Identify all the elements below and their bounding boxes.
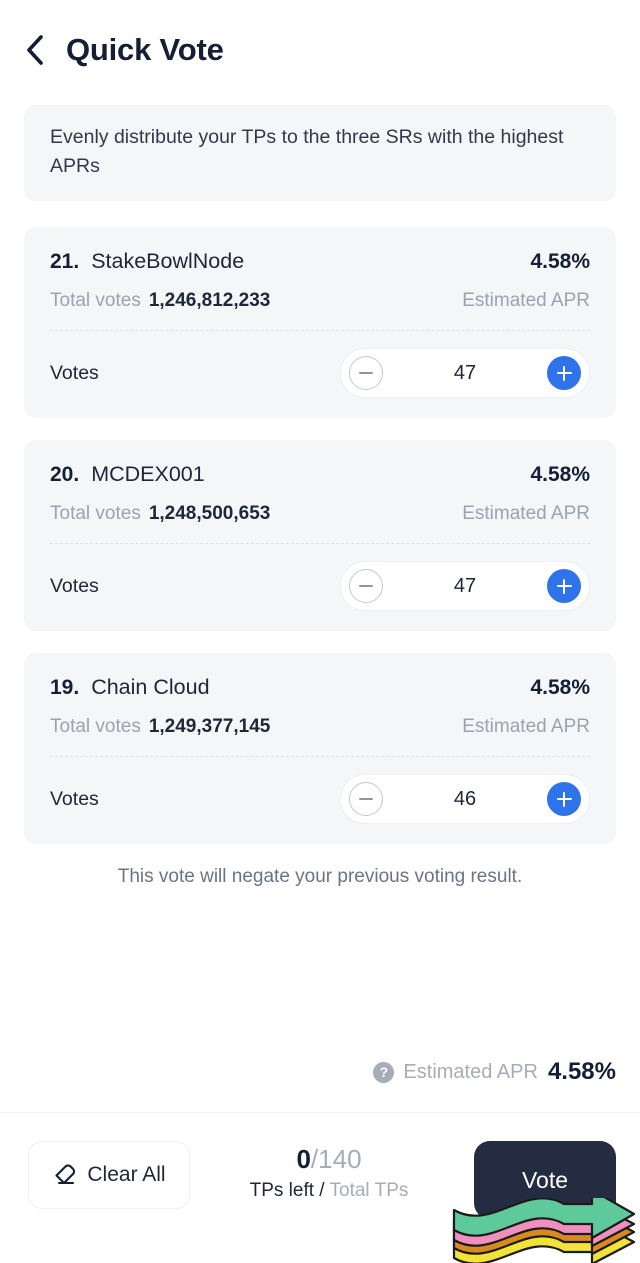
- total-votes-label: Total votes: [50, 716, 141, 737]
- decrement-button[interactable]: [349, 569, 383, 603]
- votes-label: Votes: [50, 787, 99, 810]
- card-divider: [50, 543, 590, 544]
- sr-apr-value: 4.58%: [530, 676, 590, 699]
- sr-apr-value: 4.58%: [530, 463, 590, 486]
- quick-vote-screen: Quick Vote Evenly distribute your TPs to…: [0, 0, 640, 1263]
- sr-card[interactable]: 20. MCDEX001 4.58% Total votes 1,248,500…: [24, 440, 616, 631]
- total-votes-label: Total votes: [50, 503, 141, 524]
- tps-total-value: 140: [318, 1144, 362, 1174]
- minus-icon: [359, 372, 373, 374]
- card-divider: [50, 756, 590, 757]
- sr-rank: 20.: [50, 463, 80, 486]
- plus-icon-vertical: [562, 365, 566, 381]
- sr-name: Chain Cloud: [91, 675, 210, 699]
- minus-icon: [359, 585, 373, 587]
- votes-label: Votes: [50, 361, 99, 384]
- total-votes-value: 1,246,812,233: [148, 290, 271, 311]
- votes-stepper[interactable]: 46: [340, 774, 590, 824]
- decrement-button[interactable]: [349, 782, 383, 816]
- vote-button[interactable]: Vote: [474, 1141, 616, 1219]
- total-votes-value: 1,249,377,145: [148, 716, 271, 737]
- plus-icon-vertical: [562, 791, 566, 807]
- sr-name-group: 20. MCDEX001: [50, 462, 205, 487]
- estimated-apr-label: Estimated APR: [462, 290, 590, 311]
- sr-name-group: 19. Chain Cloud: [50, 675, 210, 700]
- votes-label: Votes: [50, 574, 99, 597]
- total-votes-value: 1,248,500,653: [148, 503, 271, 524]
- clear-all-label: Clear All: [87, 1163, 166, 1186]
- increment-button[interactable]: [547, 782, 581, 816]
- sr-card-subheader: Total votes 1,246,812,233 Estimated APR: [50, 290, 590, 312]
- footer-apr-value: 4.58%: [547, 1058, 616, 1085]
- footer-estimated-apr: ? Estimated APR 4.58%: [373, 1058, 616, 1086]
- votes-stepper[interactable]: 47: [340, 561, 590, 611]
- increment-button[interactable]: [547, 569, 581, 603]
- sr-rank: 19.: [50, 676, 80, 699]
- tps-counter: 0/140 TPs left / Total TPs: [190, 1141, 468, 1205]
- card-divider: [50, 330, 590, 331]
- page-title: Quick Vote: [66, 32, 224, 67]
- tps-caption-left: TPs left /: [249, 1180, 330, 1201]
- total-votes-group: Total votes 1,248,500,653: [50, 503, 270, 525]
- votes-value[interactable]: 46: [383, 788, 547, 811]
- question-mark-icon[interactable]: ?: [373, 1061, 395, 1083]
- vote-button-label: Vote: [521, 1166, 569, 1193]
- info-banner-text: Evenly distribute your TPs to the three …: [50, 126, 564, 177]
- plus-icon-vertical: [562, 578, 566, 594]
- votes-value[interactable]: 47: [383, 362, 547, 385]
- page-header: Quick Vote: [0, 0, 640, 78]
- back-button[interactable]: [18, 33, 52, 67]
- sr-name-group: 21. StakeBowlNode: [50, 249, 244, 274]
- chevron-left-icon: [25, 34, 45, 66]
- sr-card[interactable]: 21. StakeBowlNode 4.58% Total votes 1,24…: [24, 227, 616, 418]
- tps-counts: 0/140: [296, 1143, 361, 1175]
- votes-row: Votes 47: [50, 348, 590, 398]
- votes-row: Votes 46: [50, 774, 590, 824]
- total-votes-label: Total votes: [50, 290, 141, 311]
- sr-apr-value: 4.58%: [530, 250, 590, 273]
- decrement-button[interactable]: [349, 356, 383, 390]
- total-votes-group: Total votes 1,246,812,233: [50, 290, 270, 312]
- increment-button[interactable]: [547, 356, 581, 390]
- sr-card-subheader: Total votes 1,249,377,145 Estimated APR: [50, 716, 590, 738]
- sr-card[interactable]: 19. Chain Cloud 4.58% Total votes 1,249,…: [24, 653, 616, 844]
- sr-name: MCDEX001: [91, 462, 205, 486]
- estimated-apr-label: Estimated APR: [462, 503, 590, 524]
- tps-left-value: 0: [296, 1144, 311, 1174]
- clear-all-button[interactable]: Clear All: [28, 1141, 190, 1209]
- votes-row: Votes 47: [50, 561, 590, 611]
- bottom-action-bar: Clear All 0/140 TPs left / Total TPs Vot…: [0, 1113, 640, 1263]
- negate-note: This vote will negate your previous voti…: [117, 866, 523, 887]
- votes-value[interactable]: 47: [383, 575, 547, 598]
- sr-rank: 21.: [50, 250, 80, 273]
- sr-card-header: 20. MCDEX001 4.58%: [50, 462, 590, 487]
- sr-card-subheader: Total votes 1,248,500,653 Estimated APR: [50, 503, 590, 525]
- estimated-apr-label: Estimated APR: [462, 716, 590, 737]
- votes-stepper[interactable]: 47: [340, 348, 590, 398]
- sr-card-list: 21. StakeBowlNode 4.58% Total votes 1,24…: [0, 227, 640, 844]
- sr-card-header: 21. StakeBowlNode 4.58%: [50, 249, 590, 274]
- sr-card-header: 19. Chain Cloud 4.58%: [50, 675, 590, 700]
- minus-icon: [359, 798, 373, 800]
- eraser-icon: [52, 1160, 78, 1191]
- sr-name: StakeBowlNode: [91, 249, 245, 273]
- footer-apr-label: Estimated APR: [403, 1060, 538, 1083]
- tps-caption: TPs left / Total TPs: [250, 1177, 409, 1205]
- tps-caption-right: Total TPs: [329, 1180, 409, 1201]
- total-votes-group: Total votes 1,249,377,145: [50, 716, 270, 738]
- info-banner: Evenly distribute your TPs to the three …: [24, 105, 616, 201]
